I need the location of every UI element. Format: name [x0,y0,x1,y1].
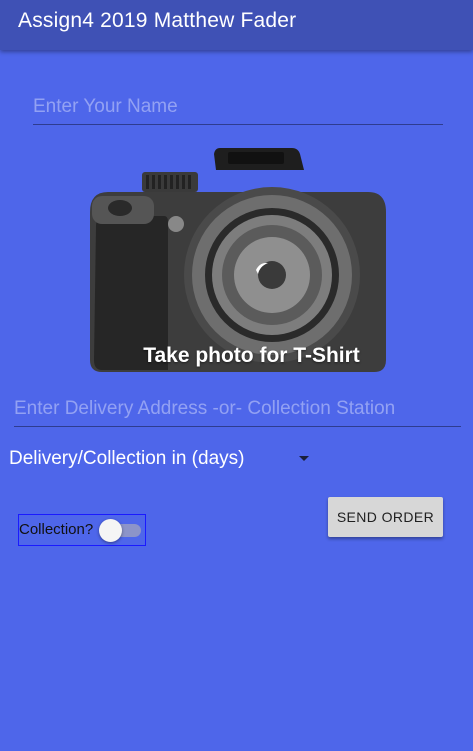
address-input-placeholder: Enter Delivery Address -or- Collection S… [14,398,396,419]
send-order-button[interactable]: SEND ORDER [328,497,443,537]
camera-icon[interactable] [88,142,388,374]
dropdown-arrow-icon [299,456,309,461]
name-input[interactable]: Enter Your Name [33,96,443,125]
collection-switch-thumb[interactable] [99,519,122,542]
collection-toggle-row[interactable]: Collection? [18,514,146,546]
app-title: Assign4 2019 Matthew Fader [18,9,297,32]
name-input-placeholder: Enter Your Name [33,96,178,117]
address-input-underline [14,426,461,427]
collection-label: Collection? [19,521,94,538]
address-input[interactable]: Enter Delivery Address -or- Collection S… [14,398,461,427]
days-spinner-value: Delivery/Collection in (days) [9,448,245,469]
photo-caption: Take photo for T-Shirt [143,344,360,367]
days-spinner[interactable]: Delivery/Collection in (days) [9,446,314,474]
name-input-underline [33,124,443,125]
app-bar: Assign4 2019 Matthew Fader [0,0,473,50]
